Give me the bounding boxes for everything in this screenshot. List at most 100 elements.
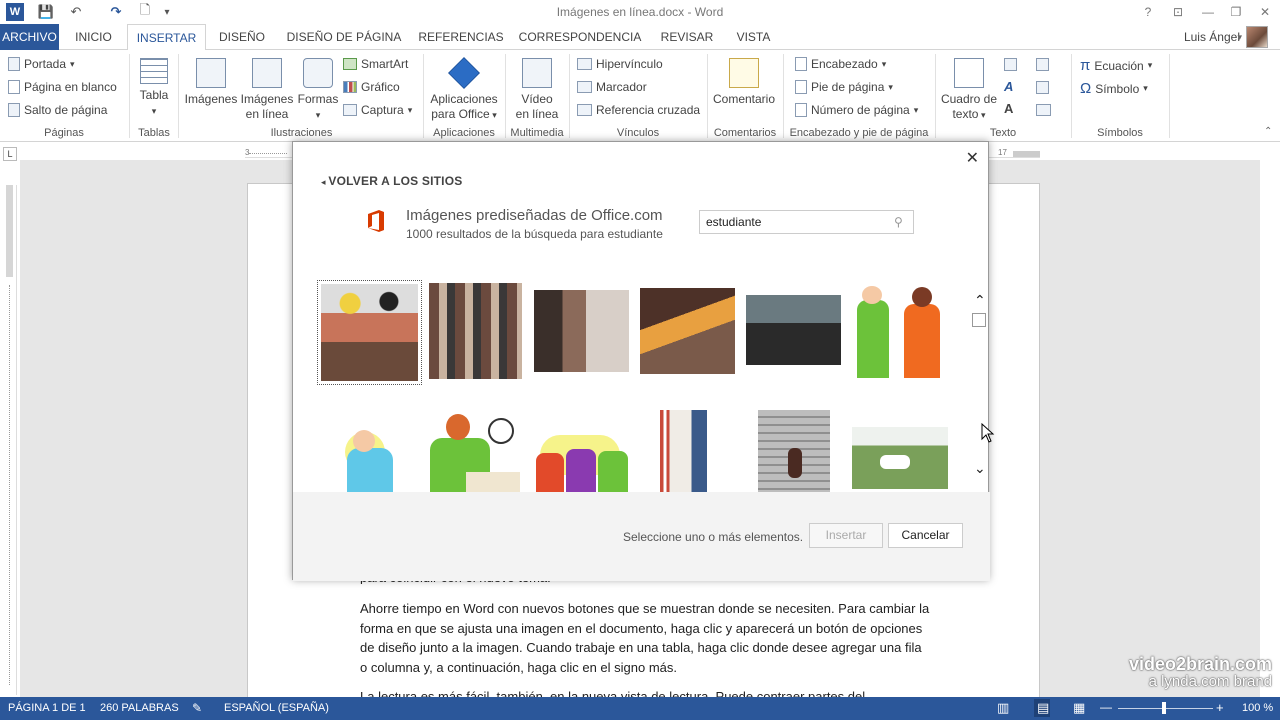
group-divider [569,54,570,138]
table-icon [140,58,168,84]
zoom-in-icon[interactable]: + [1216,700,1224,715]
tab-archivo[interactable]: ARCHIVO [0,24,59,50]
group-label-ilustraciones: Ilustraciones [270,127,333,139]
imagenes-en-linea-button[interactable]: Imágenes en línea [240,58,294,122]
grafico-button[interactable]: Gráfico [343,80,400,94]
print-layout-icon[interactable]: ▤ [1037,700,1049,716]
cuadro-de-texto-button[interactable]: Cuadro de texto ▾ [939,58,999,123]
vertical-ruler[interactable] [3,185,17,695]
tab-insertar[interactable]: INSERTAR [127,24,206,51]
result-thumbnail[interactable] [429,283,522,379]
zoom-slider-handle[interactable] [1162,702,1166,714]
proofing-icon[interactable]: ✎ [192,701,202,715]
formas-button[interactable]: Formas ▾ [296,58,340,123]
comentario-button[interactable]: Comentario [710,58,778,107]
result-thumbnail[interactable] [317,280,422,385]
search-input[interactable] [699,210,914,234]
marcador-button[interactable]: Marcador [577,80,647,94]
tab-referencias[interactable]: REFERENCIAS [417,24,505,50]
wordart-icon[interactable]: A [1004,79,1013,94]
minimize-icon[interactable]: — [1197,3,1219,21]
tabla-button[interactable]: Tabla ▾ [133,58,175,119]
word-count[interactable]: 260 PALABRAS [100,702,179,714]
chevron-down-icon: ▾ [151,106,157,116]
result-thumbnail[interactable] [534,290,629,372]
simbolo-button[interactable]: Ω Símbolo ▾ [1080,80,1148,97]
drop-cap-icon[interactable]: A [1004,101,1013,116]
group-label-comentarios: Comentarios [713,127,777,139]
chevron-down-icon: ▾ [407,104,413,115]
group-label-aplicaciones: Aplicaciones [433,127,495,139]
close-icon[interactable]: ✕ [966,148,979,168]
smartart-button[interactable]: SmartArt [343,57,408,71]
quick-parts-icon[interactable] [1004,58,1017,71]
source-title: Imágenes prediseñadas de Office.com [406,207,663,224]
restore-icon[interactable]: ❐ [1225,3,1247,21]
portada-button[interactable]: Portada ▾ [8,57,75,71]
pie-de-pagina-button[interactable]: Pie de página ▾ [795,80,893,94]
object-icon[interactable] [1036,104,1051,116]
tab-selector[interactable]: L [3,147,17,161]
page-count[interactable]: PÁGINA 1 DE 1 [8,702,86,714]
group-divider [1169,54,1170,138]
aplicaciones-office-button[interactable]: Aplicaciones para Office ▾ [427,57,501,123]
result-thumbnail[interactable] [655,410,707,492]
result-thumbnail[interactable] [426,410,522,492]
pagina-en-blanco-button[interactable]: Página en blanco [8,80,117,94]
referencia-cruzada-button[interactable]: Referencia cruzada [577,103,700,117]
tab-revisar[interactable]: REVISAR [657,24,717,50]
footer-icon [795,80,807,94]
close-window-icon[interactable]: ✕ [1254,3,1276,21]
help-icon[interactable]: ? [1137,3,1159,21]
cancel-button[interactable]: Cancelar [888,523,963,548]
tab-diseno[interactable]: DISEÑO [213,24,271,50]
search-icon[interactable]: ⚲ [894,215,903,229]
language[interactable]: ESPAÑOL (ESPAÑA) [224,702,329,714]
video-en-linea-button[interactable]: Vídeo en línea [510,58,564,122]
tab-correspondencia[interactable]: CORRESPONDENCIA [518,24,642,50]
encabezado-button[interactable]: Encabezado ▾ [795,57,886,71]
ecuacion-button[interactable]: π Ecuación ▾ [1080,57,1152,74]
result-thumbnail[interactable] [758,410,830,492]
avatar[interactable] [1246,26,1268,48]
document-paragraph[interactable]: Ahorre tiempo en Word con nuevos botones… [360,599,930,677]
scroll-down-icon[interactable]: ⌄ [974,460,986,477]
date-time-icon[interactable] [1036,81,1049,94]
user-dropdown-icon[interactable]: ▾ [1237,32,1242,43]
hipervinculo-button[interactable]: Hipervínculo [577,57,663,71]
hyperlink-icon [577,58,592,70]
insert-button[interactable]: Insertar [809,523,883,548]
watermark: video2brain.com a lynda.com brand [1128,654,1272,690]
back-to-sites-link[interactable]: ◂ VOLVER A LOS SITIOS [321,174,462,188]
read-mode-icon[interactable]: ▥ [997,700,1009,716]
web-layout-icon[interactable]: ▦ [1073,700,1085,716]
document-paragraph[interactable]: La lectura es más fácil, también, en la … [360,687,930,697]
zoom-level[interactable]: 100 % [1242,702,1273,714]
tab-inicio[interactable]: INICIO [66,24,121,50]
tab-diseno-pagina[interactable]: DISEÑO DE PÁGINA [283,24,405,50]
result-thumbnail[interactable] [534,427,631,492]
result-thumbnail[interactable] [852,284,947,380]
signature-line-icon[interactable] [1036,58,1049,71]
page-break-icon [8,103,20,117]
zoom-out-icon[interactable]: — [1100,700,1112,714]
tab-vista[interactable]: VISTA [730,24,777,50]
result-thumbnail[interactable] [746,295,841,365]
group-divider [129,54,130,138]
captura-button[interactable]: Captura ▾ [343,103,412,117]
result-thumbnail[interactable] [640,288,735,374]
group-divider [783,54,784,138]
collapse-ribbon-icon[interactable]: ⌃ [1264,126,1272,137]
result-thumbnail[interactable] [341,410,401,492]
numero-de-pagina-button[interactable]: Número de página ▾ [795,103,918,117]
chevron-down-icon: ▾ [315,110,321,120]
results-scrollbar-thumb[interactable] [972,313,986,327]
ribbon-display-icon[interactable]: ⊡ [1167,3,1189,21]
scroll-up-icon[interactable]: ⌃ [974,292,986,309]
page-number-icon [795,103,807,117]
salto-de-pagina-button[interactable]: Salto de página [8,103,107,117]
dialog-footer: Seleccione uno o más elementos. Insertar… [293,492,990,581]
user-name[interactable]: Luis Ángel [1184,30,1240,44]
imagenes-button[interactable]: Imágenes [184,58,238,107]
result-thumbnail[interactable] [852,427,948,489]
